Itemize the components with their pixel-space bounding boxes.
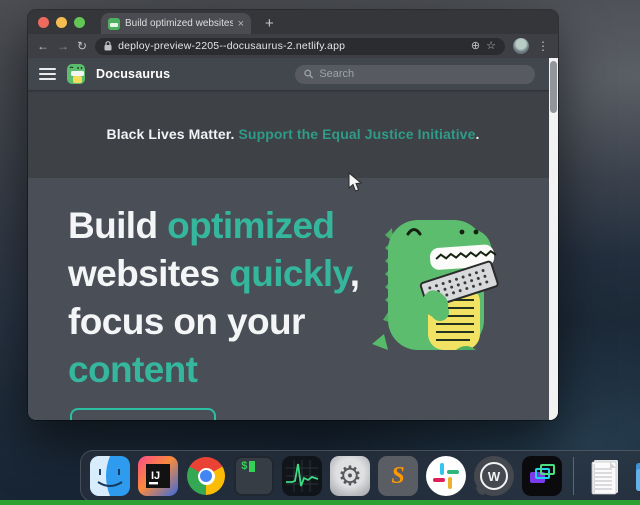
address-bar[interactable]: deploy-preview-2205--docusaurus-2.netlif… (95, 38, 505, 55)
dock-item-finder[interactable] (90, 456, 130, 496)
profile-avatar[interactable] (513, 38, 529, 54)
slack-icon (426, 456, 466, 496)
dock-item-sublime-text[interactable]: S (378, 456, 418, 496)
search-box[interactable] (295, 65, 535, 84)
dock-item-screen-capture[interactable] (522, 456, 562, 496)
new-tab-button[interactable]: + (265, 13, 274, 34)
dock-item-intellij-idea[interactable]: IJ (138, 456, 178, 496)
dock: IJ $ ⚙ S (80, 450, 640, 502)
dock-item-terminal[interactable]: $ (234, 456, 274, 496)
documents-stack-icon (585, 456, 625, 496)
zoom-window-button[interactable] (74, 17, 85, 28)
downloads-folder-icon (633, 456, 640, 496)
tab-close-icon[interactable]: × (238, 18, 244, 30)
intellij-idea-icon: IJ (138, 456, 178, 496)
svg-text:IJ: IJ (151, 470, 160, 482)
finder-icon (90, 456, 130, 496)
site-brand[interactable]: Docusaurus (96, 67, 170, 81)
sublime-text-icon: S (378, 456, 418, 496)
dock-item-documents-stack[interactable] (585, 456, 625, 496)
dock-item-workplace-chat[interactable]: W (474, 456, 514, 496)
url-text: deploy-preview-2205--docusaurus-2.netlif… (118, 40, 465, 52)
back-icon[interactable]: ← (37, 40, 49, 52)
activity-monitor-icon (282, 456, 322, 496)
site-navbar: Docusaurus (28, 58, 558, 90)
dock-item-downloads-folder[interactable] (633, 456, 640, 496)
docusaurus-logo-icon[interactable] (65, 63, 87, 85)
bookmark-star-icon[interactable]: ☆ (486, 41, 496, 52)
minimize-window-button[interactable] (56, 17, 67, 28)
docusaurus-favicon-icon (108, 18, 120, 30)
search-icon (304, 69, 313, 79)
system-preferences-icon: ⚙ (330, 456, 370, 496)
search-input[interactable] (319, 68, 526, 80)
chrome-icon (187, 457, 225, 495)
announcement-link[interactable]: Support the Equal Justice Initiative (238, 126, 475, 142)
recording-progress-bar (0, 500, 640, 505)
hamburger-menu-icon[interactable] (39, 68, 56, 80)
screen-capture-icon (522, 456, 562, 496)
dock-item-slack[interactable] (426, 456, 466, 496)
docusaurus-dinosaur-illustration (370, 208, 500, 356)
get-started-button[interactable] (70, 408, 216, 420)
page-action-icon[interactable]: ⊕ (471, 41, 480, 52)
window-controls (38, 10, 85, 34)
browser-toolbar: ← → ↻ deploy-preview-2205--docusaurus-2.… (28, 34, 558, 58)
tab-strip: Build optimized websites quick × + (28, 10, 558, 34)
browser-menu-icon[interactable]: ⋮ (537, 39, 549, 53)
lock-icon (104, 41, 112, 51)
announcement-suffix: . (475, 126, 479, 142)
dock-divider (573, 457, 574, 495)
workplace-chat-icon: W (474, 456, 514, 496)
dock-item-system-preferences[interactable]: ⚙ (330, 456, 370, 496)
hero-title: Build optimized websites quickly, focus … (68, 202, 370, 394)
terminal-icon: $ (234, 456, 274, 496)
scrollbar-thumb[interactable] (550, 61, 557, 113)
page-content: Docusaurus Black Lives Matter. Support t… (28, 58, 558, 420)
announcement-bar: Black Lives Matter. Support the Equal Ju… (28, 90, 558, 178)
dock-item-activity-monitor[interactable] (282, 456, 322, 496)
announcement-text: Black Lives Matter. (107, 126, 235, 142)
browser-window: Build optimized websites quick × + ← → ↻… (28, 10, 558, 420)
dock-item-chrome[interactable] (186, 456, 226, 496)
mouse-cursor (348, 172, 362, 193)
browser-tab[interactable]: Build optimized websites quick × (101, 13, 251, 34)
tab-title: Build optimized websites quick (125, 18, 233, 29)
forward-icon[interactable]: → (57, 40, 69, 52)
hero-section: Build optimized websites quickly, focus … (28, 178, 558, 420)
reload-icon[interactable]: ↻ (77, 40, 87, 52)
page-scrollbar[interactable] (549, 58, 558, 420)
close-window-button[interactable] (38, 17, 49, 28)
